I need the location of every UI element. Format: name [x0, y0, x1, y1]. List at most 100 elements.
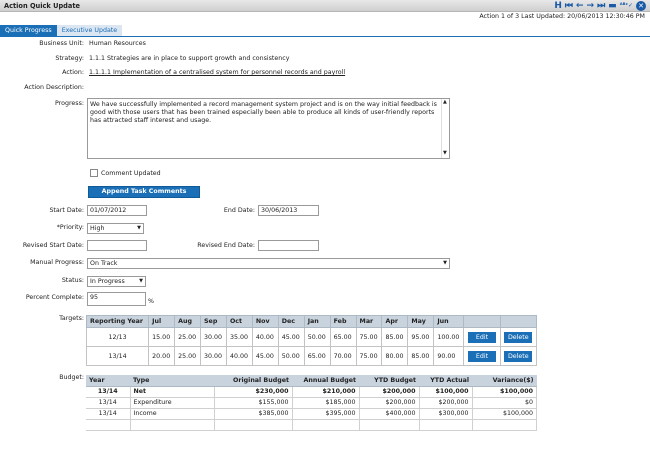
progress-textarea[interactable]: We have successfully implemented a recor… [87, 98, 450, 159]
manual-progress-value: On Track [90, 260, 118, 267]
edit-button[interactable]: Edit [468, 331, 497, 343]
revised-start-date-input[interactable] [87, 240, 147, 251]
budget-cell: $100,000 [472, 408, 537, 420]
scroll-up-icon[interactable]: ▲ [443, 99, 447, 107]
budget-cell: $200,000 [359, 397, 420, 409]
table-row: 13/14 Expenditure $155,000 $185,000 $200… [86, 397, 537, 409]
targets-col-header: Aug [174, 315, 202, 328]
progress-label: Progress: [55, 100, 84, 107]
progress-scrollbar[interactable]: ▲ ▼ [441, 99, 449, 158]
budget-col-header: Original Budget [214, 375, 292, 387]
budget-cell: $210,000 [292, 386, 360, 398]
priority-value: High [90, 225, 105, 232]
budget-col-header: Variance($) [472, 375, 537, 387]
tab-executive-update[interactable]: Executive Update [56, 25, 123, 36]
budget-col-header: Type [130, 375, 214, 387]
manual-progress-select[interactable]: On Track ▼ [87, 258, 450, 269]
targets-col-header: Oct [225, 315, 253, 328]
status-select[interactable]: In Progress ▼ [87, 276, 146, 287]
start-date-input[interactable]: 01/07/2012 [87, 205, 147, 216]
targets-col-header: Mar [355, 315, 383, 328]
revised-end-date-label: Revised End Date: [197, 242, 255, 249]
previous-record-icon[interactable]: ← [576, 0, 584, 12]
budget-cell [86, 419, 131, 431]
budget-cell: $230,000 [214, 386, 293, 398]
strategy-label: Strategy: [55, 55, 84, 62]
last-record-icon[interactable]: ⏭ [597, 0, 605, 12]
save-icon[interactable]: ▬ [608, 0, 617, 12]
targets-cell: 50.00 [303, 327, 331, 347]
window-title: Action Quick Update [4, 2, 80, 10]
targets-col-header: Nov [251, 315, 279, 328]
targets-cell: 12/13 [85, 327, 150, 347]
targets-col-header-edit [463, 315, 501, 328]
action-description-label: Action Description: [24, 84, 84, 91]
home-icon[interactable]: H [554, 0, 562, 12]
budget-label: Budget: [59, 374, 84, 381]
targets-cell: 35.00 [225, 327, 253, 347]
business-unit-label: Business Unit: [39, 40, 84, 47]
scroll-down-icon[interactable]: ▼ [443, 150, 447, 158]
chevron-down-icon: ▼ [139, 278, 143, 284]
percent-complete-input[interactable]: 95 [87, 292, 146, 306]
comment-updated-checkbox[interactable] [90, 169, 98, 177]
navigation-toolbar: H ⏮ ← → ⏭ ▬ ᴬᴮᶜ✓ ✕ [554, 0, 646, 12]
priority-label: *Priority: [56, 224, 84, 231]
budget-cell: $100,000 [419, 386, 473, 398]
delete-button[interactable]: Delete [504, 350, 533, 362]
targets-col-header: Sep [200, 315, 227, 328]
budget-cell [419, 419, 473, 431]
targets-cell: 70.00 [329, 346, 357, 366]
priority-select[interactable]: High ▼ [87, 223, 144, 234]
status-value: In Progress [90, 278, 125, 285]
targets-cell: 40.00 [251, 327, 279, 347]
budget-col-header: YTD Budget [359, 375, 419, 387]
end-date-input[interactable]: 30/06/2013 [258, 205, 319, 216]
targets-cell: 50.00 [277, 346, 305, 366]
percent-unit: % [148, 298, 154, 305]
targets-col-header: May [407, 315, 435, 328]
targets-col-header: Jan [303, 315, 331, 328]
record-status: Action 1 of 3 Last Updated: 20/06/2013 1… [479, 13, 645, 20]
targets-cell: 75.00 [355, 327, 383, 347]
targets-cell: 65.00 [303, 346, 331, 366]
budget-col-header: YTD Actual [419, 375, 472, 387]
tab-quick-progress[interactable]: Quick Progress [0, 25, 57, 36]
budget-cell: $155,000 [214, 397, 293, 409]
budget-cell: Income [130, 408, 215, 420]
chevron-down-icon: ▼ [137, 225, 141, 231]
revised-end-date-input[interactable] [258, 240, 319, 251]
table-row: 13/14 20.00 25.00 30.00 40.00 45.00 50.0… [85, 346, 538, 366]
append-task-comments-button[interactable]: Append Task Comments [88, 186, 200, 198]
budget-cell: $385,000 [214, 408, 293, 420]
targets-cell: 15.00 [148, 327, 176, 347]
budget-cell: $0 [472, 397, 537, 409]
tab-bar: Quick Progress Executive Update [0, 25, 123, 36]
targets-cell: 75.00 [355, 346, 383, 366]
budget-header-row: Year Type Original Budget Annual Budget … [86, 375, 537, 387]
targets-cell: 100.00 [433, 327, 465, 347]
title-bar: Action Quick Update H ⏮ ← → ⏭ ▬ ᴬᴮᶜ✓ ✕ [0, 0, 650, 12]
table-row: 13/14 Income $385,000 $395,000 $400,000 … [86, 408, 537, 420]
edit-button[interactable]: Edit [468, 350, 497, 362]
first-record-icon[interactable]: ⏮ [565, 0, 573, 12]
targets-cell: 13/14 [85, 346, 150, 366]
table-row [86, 419, 537, 431]
delete-button[interactable]: Delete [504, 331, 533, 343]
targets-delete-cell: Delete [499, 327, 538, 347]
targets-label: Targets: [59, 315, 84, 322]
action-label: Action: [62, 69, 84, 76]
targets-cell: 85.00 [381, 327, 409, 347]
budget-cell [130, 419, 215, 431]
next-record-icon[interactable]: → [587, 0, 595, 12]
close-icon[interactable]: ✕ [636, 1, 646, 11]
budget-cell: $200,000 [359, 386, 420, 398]
targets-cell: 30.00 [200, 346, 227, 366]
action-link[interactable]: 1.1.1.1 Implementation of a centralised … [89, 69, 345, 76]
table-row: 12/13 15.00 25.00 30.00 35.00 40.00 45.0… [85, 327, 538, 347]
spellcheck-icon[interactable]: ᴬᴮᶜ✓ [620, 0, 633, 12]
status-label: Status: [61, 277, 84, 284]
targets-cell: 20.00 [148, 346, 176, 366]
strategy-value: 1.1.1 Strategies are in place to support… [89, 55, 290, 62]
budget-col-header: Year [86, 375, 130, 387]
